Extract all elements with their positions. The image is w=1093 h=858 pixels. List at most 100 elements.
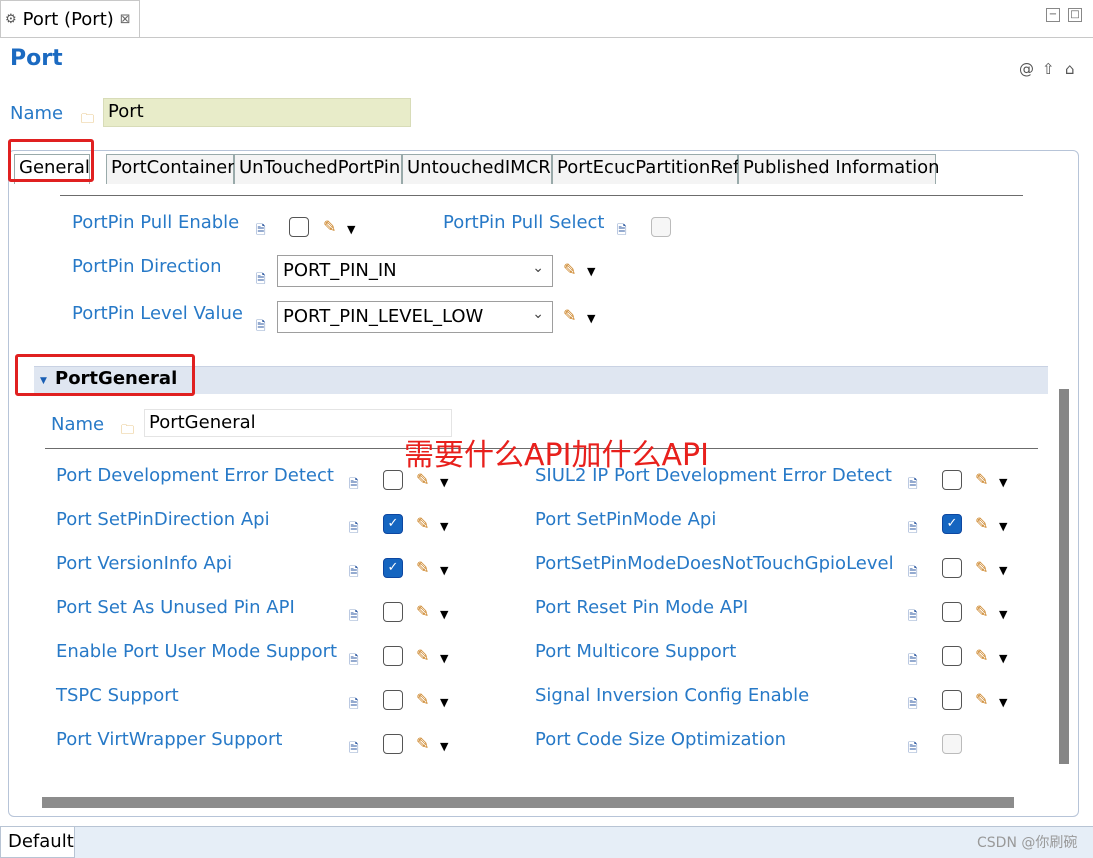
edit-pencil-icon[interactable]: ✎ xyxy=(975,514,988,533)
ecuc-ref-icon: 🗎 xyxy=(349,653,359,667)
portpin-direction-select[interactable]: PORT_PIN_IN ⌄ xyxy=(277,255,553,287)
portpin-level-value-select[interactable]: PORT_PIN_LEVEL_LOW ⌄ xyxy=(277,301,553,333)
ecuc-ref-icon: 🗎 xyxy=(349,477,359,491)
chevron-down-icon[interactable]: ▼ xyxy=(999,608,1007,621)
tab-portecucpartitionref[interactable]: PortEcucPartitionRef xyxy=(552,154,739,184)
general-tab-highlight xyxy=(8,139,94,182)
portgeneral-highlight xyxy=(15,354,195,396)
chevron-down-icon[interactable]: ▼ xyxy=(440,740,448,753)
config-label: Port Multicore Support xyxy=(535,641,737,662)
ecuc-ref-icon: 🗎 xyxy=(908,609,918,623)
edit-pencil-icon[interactable]: ✎ xyxy=(416,646,429,665)
edit-pencil-icon[interactable]: ✎ xyxy=(975,646,988,665)
config-checkbox[interactable] xyxy=(942,646,962,666)
edit-pencil-icon[interactable]: ✎ xyxy=(416,514,429,533)
config-checkbox[interactable] xyxy=(383,602,403,622)
close-icon[interactable]: ⊠ xyxy=(120,12,131,27)
edit-pencil-icon[interactable]: ✎ xyxy=(416,602,429,621)
chevron-down-icon[interactable]: ▼ xyxy=(587,312,595,325)
tab-strip-divider xyxy=(0,37,1093,38)
config-checkbox[interactable] xyxy=(383,690,403,710)
portpin-pull-select-checkbox[interactable] xyxy=(651,217,671,237)
config-checkbox[interactable]: ✓ xyxy=(383,514,403,534)
chevron-down-icon[interactable]: ▼ xyxy=(999,520,1007,533)
at-sign-icon[interactable]: @ xyxy=(1019,60,1034,78)
name-field[interactable]: Port xyxy=(103,98,411,127)
tab-untouchedportpin[interactable]: UnTouchedPortPin xyxy=(234,154,402,184)
maximize-button[interactable]: □ xyxy=(1068,8,1082,22)
edit-pencil-icon[interactable]: ✎ xyxy=(416,734,429,753)
config-checkbox[interactable] xyxy=(383,470,403,490)
portpin-direction-value: PORT_PIN_IN xyxy=(283,260,397,281)
chevron-down-icon[interactable]: ▼ xyxy=(999,564,1007,577)
config-checkbox[interactable] xyxy=(383,646,403,666)
edit-pencil-icon[interactable]: ✎ xyxy=(416,470,429,489)
chevron-down-icon[interactable]: ▼ xyxy=(347,223,355,236)
chevron-down-icon: ⌄ xyxy=(532,260,544,276)
config-checkbox[interactable]: ✓ xyxy=(383,558,403,578)
chevron-down-icon[interactable]: ▼ xyxy=(999,652,1007,665)
portgeneral-name-label: Name xyxy=(51,414,105,435)
ecuc-ref-icon: 🗎 xyxy=(908,697,918,711)
chevron-down-icon[interactable]: ▼ xyxy=(440,476,448,489)
ecuc-ref-icon: 🗎 xyxy=(349,521,359,535)
ecuc-ref-icon: 🗎 xyxy=(256,272,266,286)
folder-icon: 🗀 xyxy=(121,423,135,438)
ecuc-ref-icon: 🗎 xyxy=(349,697,359,711)
ecuc-ref-icon: 🗎 xyxy=(908,653,918,667)
ecuc-ref-icon: 🗎 xyxy=(349,741,359,755)
edit-pencil-icon[interactable]: ✎ xyxy=(975,558,988,577)
default-tab[interactable]: Default xyxy=(0,826,75,858)
config-label: Port SetPinMode Api xyxy=(535,509,717,530)
portpin-pull-enable-checkbox[interactable] xyxy=(289,217,309,237)
chevron-down-icon[interactable]: ▼ xyxy=(440,564,448,577)
config-label: Port Set As Unused Pin API xyxy=(56,597,295,618)
config-label: Enable Port User Mode Support xyxy=(56,641,338,662)
tab-published-information[interactable]: Published Information xyxy=(738,154,940,184)
tab-portcontainer[interactable]: PortContainer xyxy=(106,154,235,184)
ecuc-ref-icon: 🗎 xyxy=(256,223,266,237)
ecuc-ref-icon: 🗎 xyxy=(256,319,266,333)
edit-pencil-icon[interactable]: ✎ xyxy=(975,602,988,621)
edit-pencil-icon[interactable]: ✎ xyxy=(416,690,429,709)
editor-tab-title: Port (Port) xyxy=(22,9,114,30)
config-label: Port VersionInfo Api xyxy=(56,553,233,574)
chevron-down-icon[interactable]: ▼ xyxy=(999,476,1007,489)
config-label: Port Code Size Optimization xyxy=(535,729,787,750)
config-label: SIUL2 IP Port Development Error Detect xyxy=(535,465,892,486)
up-arrow-icon[interactable]: ⇧ xyxy=(1042,60,1055,78)
ecuc-ref-icon: 🗎 xyxy=(908,521,918,535)
tab-untouchedimcr[interactable]: UntouchedIMCR xyxy=(402,154,552,184)
editor-tab-port[interactable]: ⚙ Port (Port) ⊠ xyxy=(0,0,140,38)
home-icon[interactable]: ⌂ xyxy=(1065,60,1075,78)
chevron-down-icon[interactable]: ▼ xyxy=(440,696,448,709)
chevron-down-icon[interactable]: ▼ xyxy=(999,696,1007,709)
ecuc-ref-icon: 🗎 xyxy=(349,565,359,579)
edit-pencil-icon[interactable]: ✎ xyxy=(563,306,576,325)
config-checkbox[interactable] xyxy=(942,558,962,578)
minimize-button[interactable]: − xyxy=(1046,8,1060,22)
portpin-pull-enable-label: PortPin Pull Enable xyxy=(72,212,240,233)
horizontal-scrollbar[interactable] xyxy=(42,797,1014,808)
edit-pencil-icon[interactable]: ✎ xyxy=(416,558,429,577)
config-checkbox[interactable] xyxy=(942,470,962,490)
edit-pencil-icon[interactable]: ✎ xyxy=(563,260,576,279)
chevron-down-icon[interactable]: ▼ xyxy=(587,265,595,278)
config-checkbox[interactable] xyxy=(942,690,962,710)
chevron-down-icon[interactable]: ▼ xyxy=(440,520,448,533)
vertical-scrollbar[interactable] xyxy=(1059,389,1069,764)
config-label: Port Reset Pin Mode API xyxy=(535,597,749,618)
config-checkbox[interactable] xyxy=(942,602,962,622)
chevron-down-icon[interactable]: ▼ xyxy=(440,652,448,665)
edit-pencil-icon[interactable]: ✎ xyxy=(975,690,988,709)
edit-pencil-icon[interactable]: ✎ xyxy=(975,470,988,489)
config-checkbox[interactable] xyxy=(383,734,403,754)
ecuc-ref-icon: 🗎 xyxy=(908,477,918,491)
config-checkbox[interactable]: ✓ xyxy=(942,514,962,534)
config-checkbox[interactable] xyxy=(942,734,962,754)
ecuc-ref-icon: 🗎 xyxy=(908,565,918,579)
ecuc-ref-icon: 🗎 xyxy=(908,741,918,755)
edit-pencil-icon[interactable]: ✎ xyxy=(323,217,336,236)
chevron-down-icon[interactable]: ▼ xyxy=(440,608,448,621)
name-label: Name xyxy=(10,103,64,124)
